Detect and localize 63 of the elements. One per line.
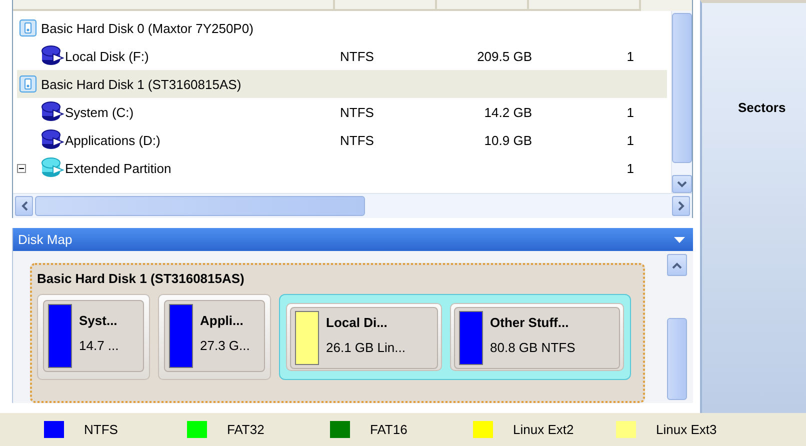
partition-name: Local Di... [326,315,388,330]
partition-info: 27.3 G... [200,338,250,353]
vertical-scrollbar[interactable] [671,11,692,193]
tree-row[interactable]: Basic Hard Disk 0 (Maxtor 7Y250P0) [17,14,667,42]
size-cell: 209.5 GB [477,48,532,64]
chevron-up-icon [672,262,682,268]
column-heading: Sectors [738,100,786,115]
tree-row[interactable]: Applications (D:) NTFS 10.9 GB 1 [17,126,667,154]
partition-block[interactable]: Other Stuff... 80.8 GB NTFS [450,303,624,371]
column-header[interactable] [529,0,641,11]
vertical-scrollbar[interactable] [667,254,687,403]
scroll-left-button[interactable] [15,196,33,216]
table-cell: 1 [626,48,634,64]
disk-name: Basic Hard Disk 0 (Maxtor 7Y250P0) [41,20,254,36]
file-system-cell: NTFS [340,104,374,120]
legend-label: NTFS [84,422,118,437]
partition-icon [41,45,65,67]
table-cell: 1 [626,160,634,176]
legend-label: Linux Ext3 [656,422,717,437]
legend-label: Linux Ext2 [513,422,574,437]
tree-row[interactable]: Basic Hard Disk 1 (ST3160815AS) [17,70,667,98]
extended-partition-block[interactable]: Local Di... 26.1 GB Lin... Other Stuff... 80.8 GB NTFS [279,294,631,380]
partition-name: Other Stuff... [490,315,570,330]
partition-info: 80.8 GB NTFS [490,340,576,355]
partition-name: Appli... [200,313,244,328]
size-cell: 14.2 GB [484,104,532,120]
disk-name: Basic Hard Disk 1 (ST3160815AS) [37,271,246,286]
dropdown-icon[interactable] [674,236,685,242]
legend-label: FAT16 [370,422,408,437]
partition-block[interactable]: Local Di... 26.1 GB Lin... [286,303,442,371]
chevron-left-icon [20,201,28,211]
table-cell: 1 [626,104,634,120]
partition-info: 14.7 ... [79,338,119,353]
scroll-up-button[interactable] [667,254,687,276]
horizontal-scrollbar[interactable] [13,193,692,218]
column-header[interactable] [13,0,335,11]
tree-row[interactable]: System (C:) NTFS 14.2 GB 1 [17,98,667,126]
partition-icon [41,157,65,179]
partition-name: Applications (D:) [65,132,160,148]
size-cell: 10.9 GB [484,132,532,148]
table-cell: 1 [626,132,634,148]
legend-label: FAT32 [227,422,264,437]
panel-title: Disk Map [18,232,72,247]
scroll-right-button[interactable] [672,196,690,216]
partition-name: Syst... [79,313,118,328]
column-header[interactable] [335,0,437,11]
file-system-cell: NTFS [340,132,374,148]
scroll-down-button[interactable] [672,175,692,193]
partition-icon [41,129,65,151]
tree-row[interactable]: Local Disk (F:) NTFS 209.5 GB 1 [17,42,667,70]
column-header[interactable] [437,0,529,11]
partition-info: 26.1 GB Lin... [326,340,406,355]
disk-name: Basic Hard Disk 1 (ST3160815AS) [41,76,242,92]
partition-name: Local Disk (F:) [65,48,149,64]
partition-block[interactable]: Syst... 14.7 ... [37,294,150,380]
chevron-right-icon [678,201,684,211]
partition-name: System (C:) [65,104,134,120]
file-system-cell: NTFS [340,48,374,64]
partition-block[interactable]: Appli... 27.3 G... [158,294,271,380]
tree-row[interactable]: Extended Partition 1 [17,154,667,182]
partition-icon [41,101,65,123]
chevron-down-icon [677,180,687,188]
partition-name: Extended Partition [65,160,172,176]
